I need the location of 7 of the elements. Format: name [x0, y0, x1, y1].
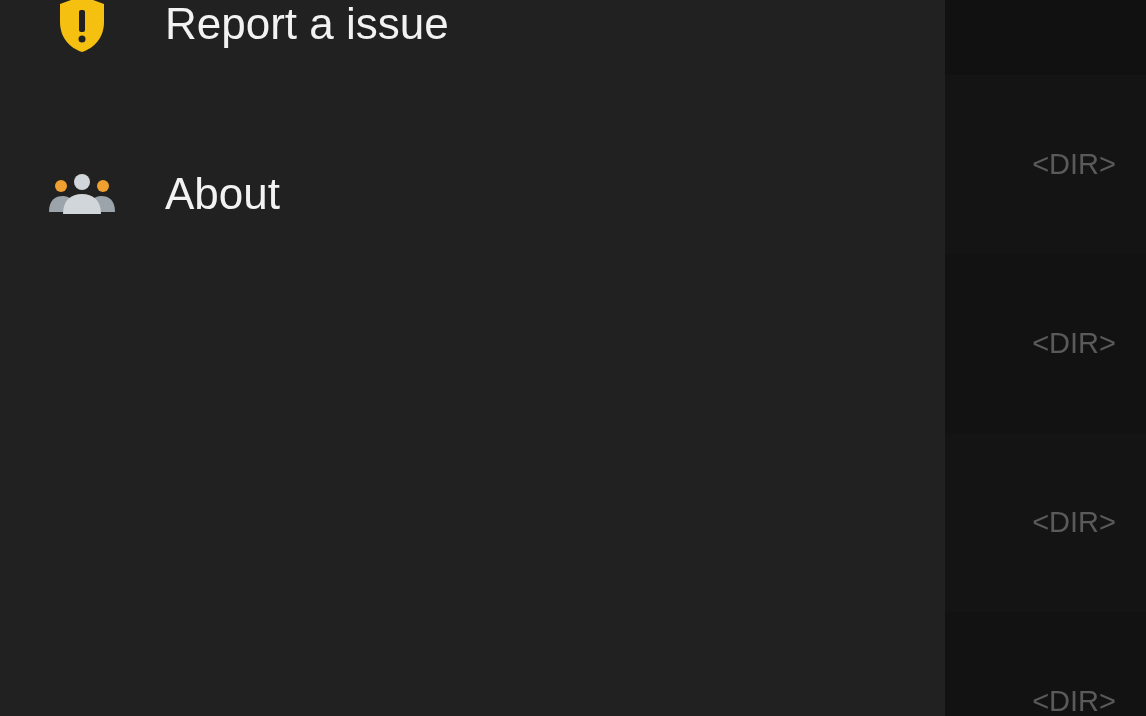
size-label: <DIR>: [1032, 683, 1116, 716]
drawer-item[interactable]: About: [0, 100, 945, 288]
size-label: <DIR>: [1032, 325, 1116, 361]
drawer-item[interactable]: Report a issue: [0, 0, 945, 100]
size-label: <DIR>: [1032, 146, 1116, 182]
people-group-icon: [46, 172, 117, 216]
size-label: <DIR>: [1032, 504, 1116, 540]
